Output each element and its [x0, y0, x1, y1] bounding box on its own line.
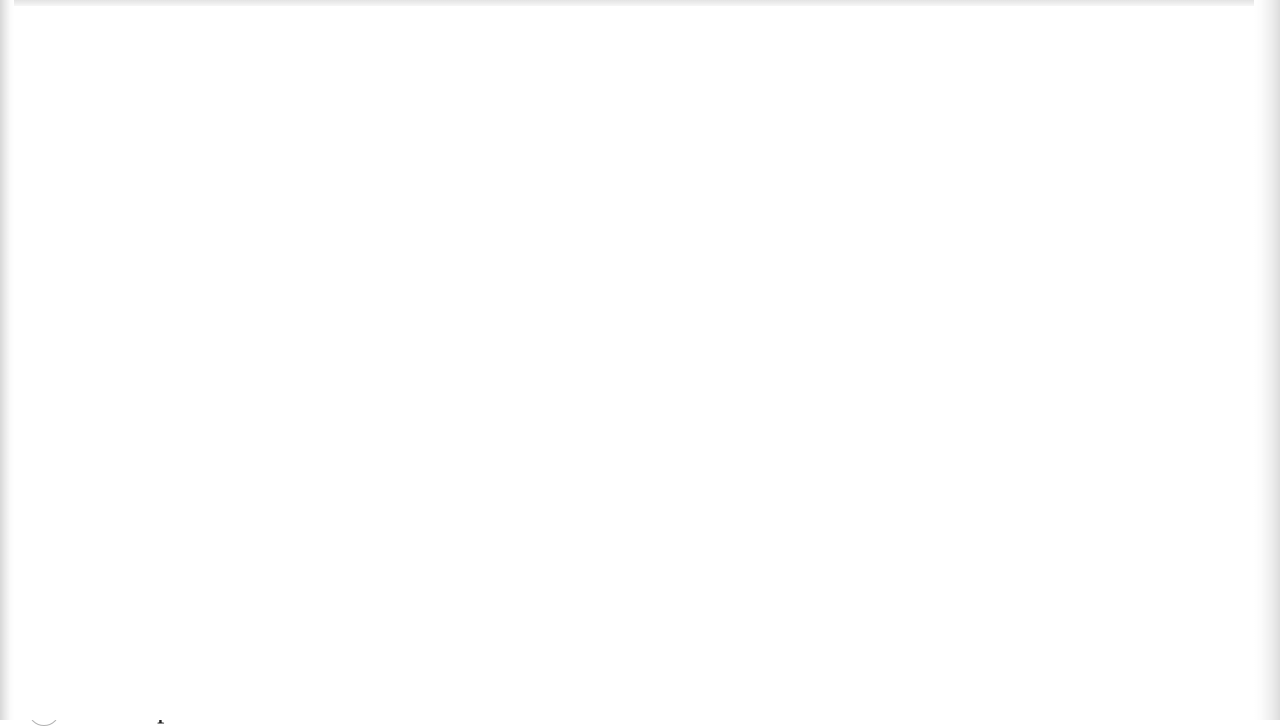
- page-shadow-right: [1254, 0, 1280, 720]
- page-shadow-left: [0, 0, 14, 720]
- content-sheet: [14, 6, 1254, 720]
